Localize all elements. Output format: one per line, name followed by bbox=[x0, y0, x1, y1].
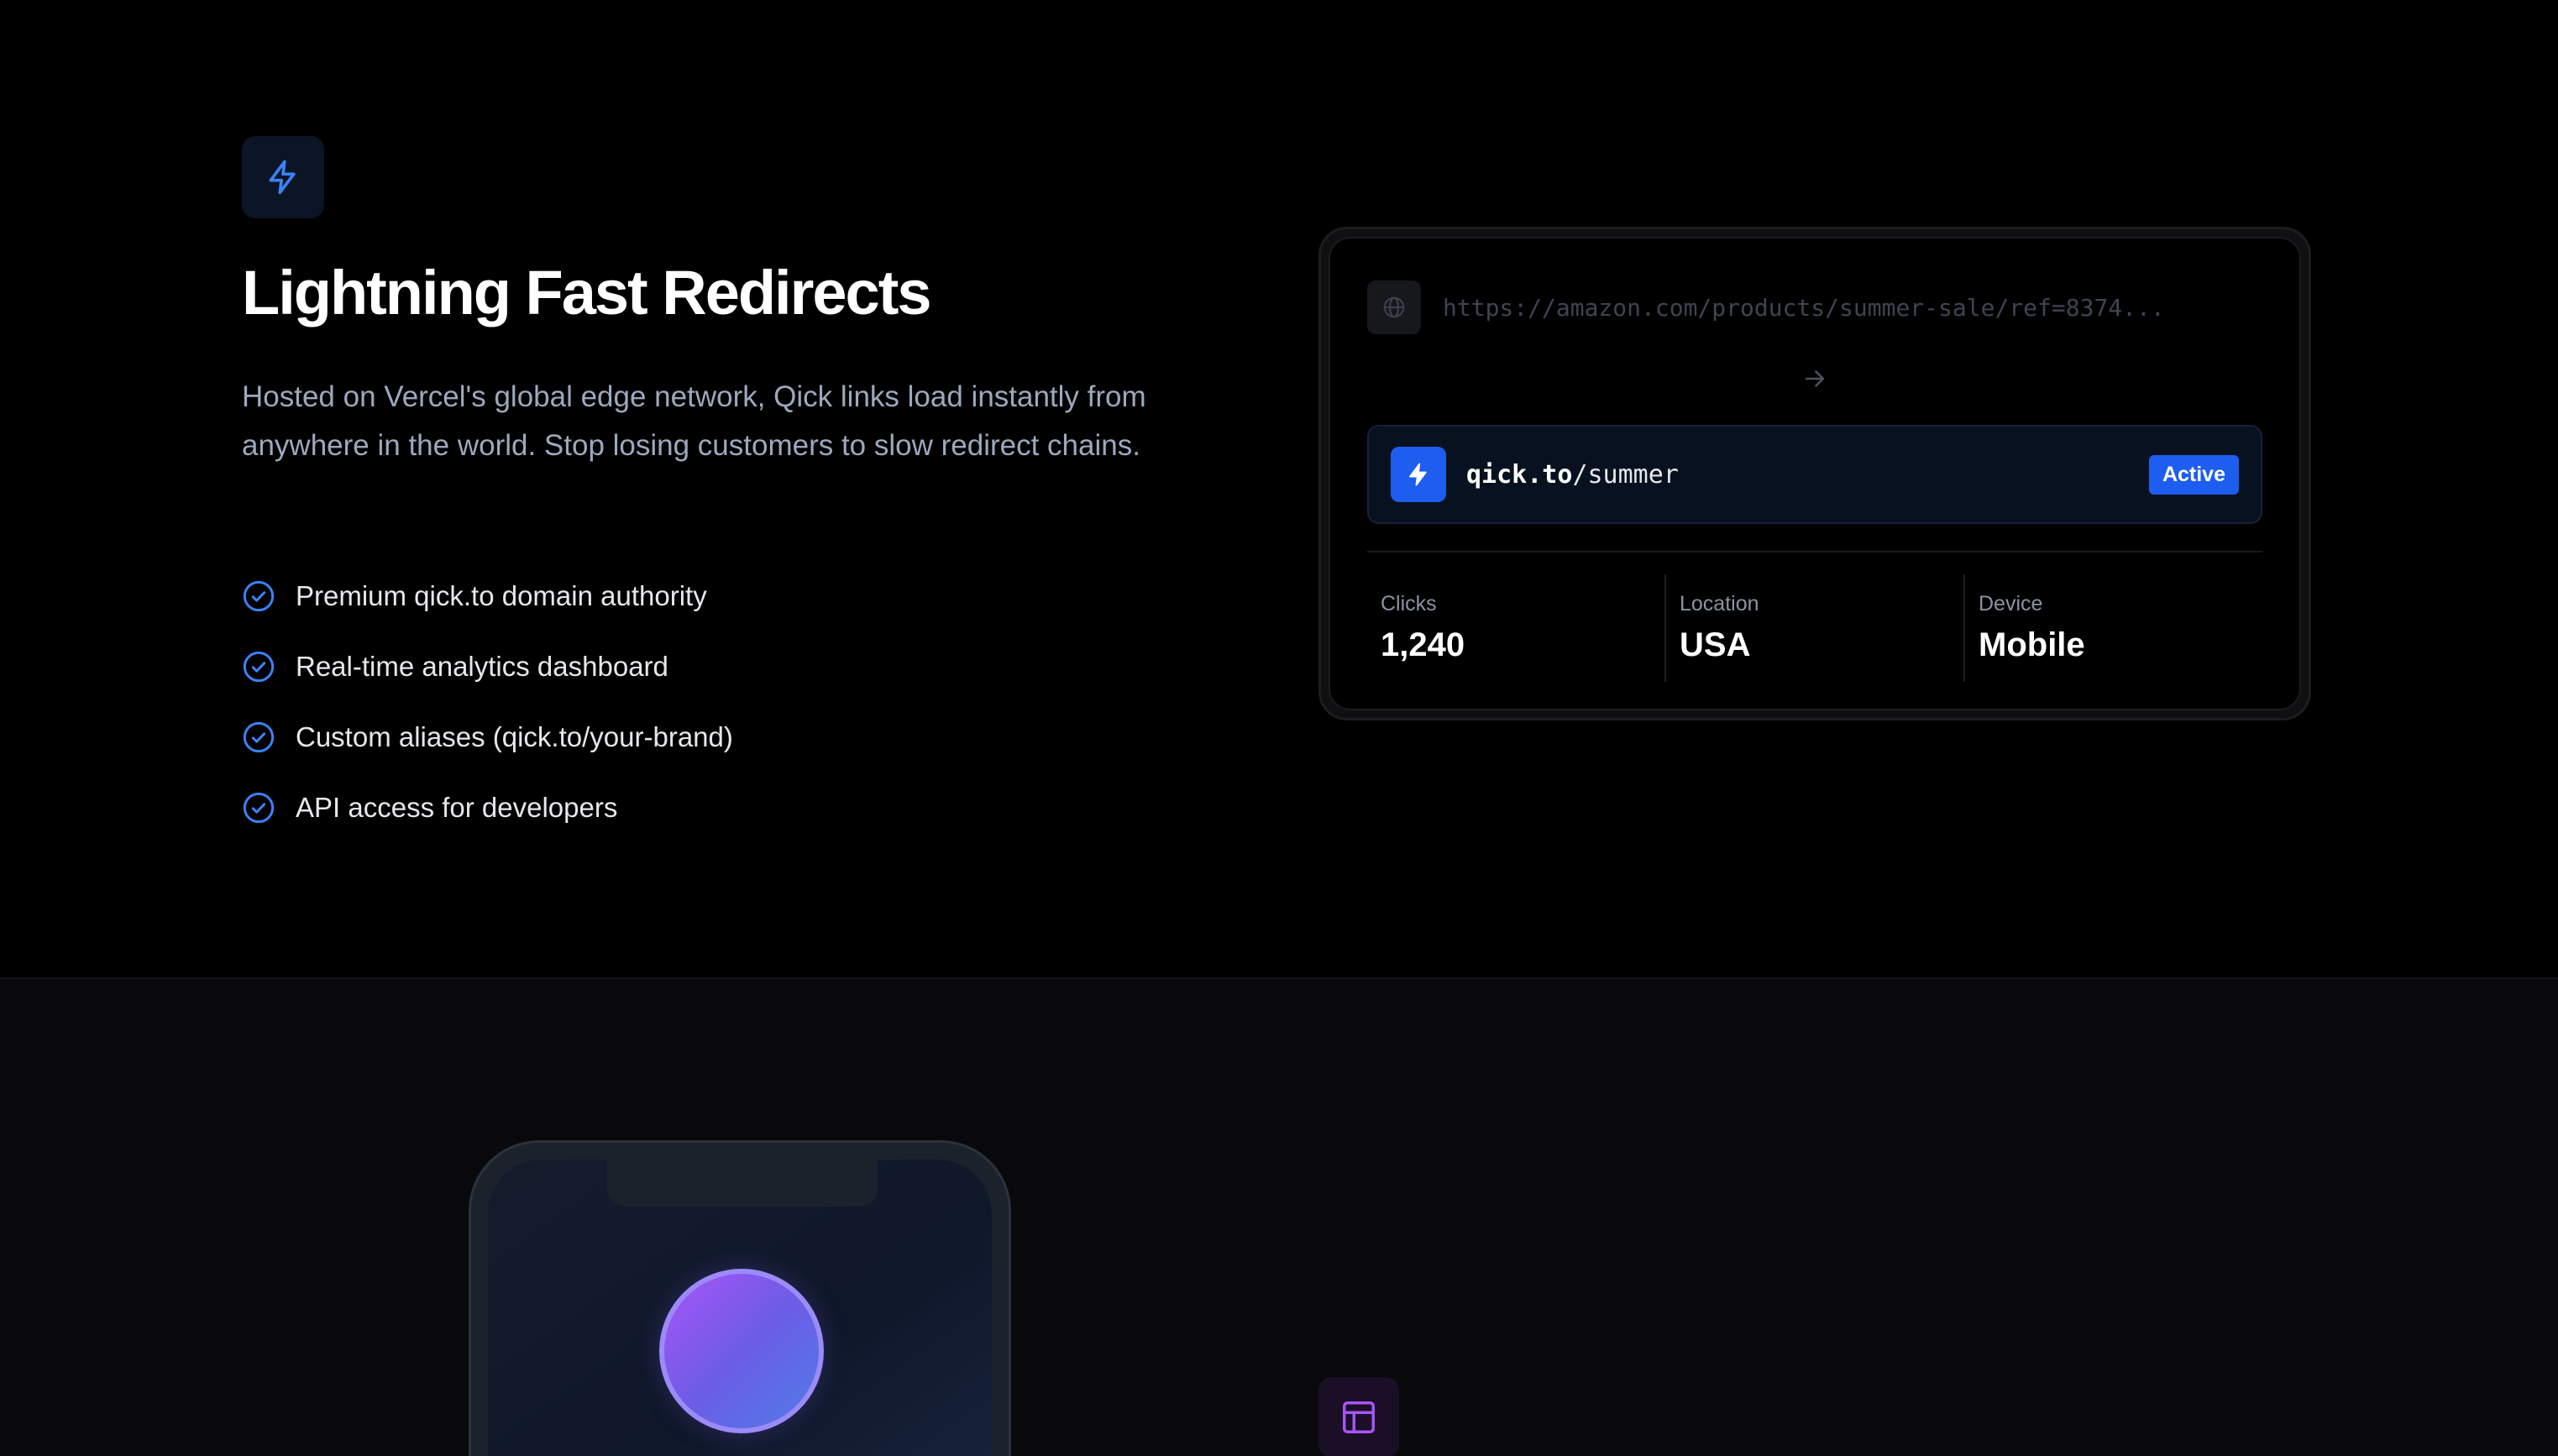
feature-icon-badge bbox=[242, 136, 324, 218]
phone-screen bbox=[488, 1160, 992, 1456]
globe-icon bbox=[1383, 296, 1405, 318]
section-title: Lightning Fast Redirects bbox=[242, 258, 932, 327]
bolt-icon bbox=[269, 160, 296, 195]
feature-section: Lightning Fast Redirects Hosted on Verce… bbox=[0, 0, 2558, 977]
stat-label: Device bbox=[1979, 592, 2043, 615]
arrow-container bbox=[1330, 364, 2299, 397]
globe-icon-box bbox=[1367, 280, 1421, 334]
feature-label: API access for developers bbox=[296, 792, 618, 823]
feature-label: Premium qick.to domain authority bbox=[296, 580, 707, 611]
short-url[interactable]: qick.to/summer bbox=[1466, 460, 1679, 490]
layout-icon bbox=[1343, 1401, 1375, 1433]
section-description: Hosted on Vercel's global edge network, … bbox=[242, 380, 1146, 462]
stat-location: Location USA bbox=[1664, 574, 1963, 682]
link-demo-card: https://amazon.com/products/summer-sale/… bbox=[1318, 227, 2311, 720]
arrow-right-icon bbox=[1805, 370, 1825, 387]
layout-icon-badge bbox=[1318, 1377, 1399, 1456]
check-circle-icon bbox=[243, 580, 275, 612]
stat-value: USA bbox=[1680, 626, 1751, 663]
stat-value: 1,240 bbox=[1381, 626, 1465, 663]
link-demo-inner: https://amazon.com/products/summer-sale/… bbox=[1329, 237, 2301, 710]
short-link-icon-box bbox=[1391, 447, 1446, 502]
bolt-icon bbox=[1409, 463, 1427, 486]
stat-device: Device Mobile bbox=[1963, 574, 2262, 682]
feature-item: Real-time analytics dashboard bbox=[242, 631, 733, 702]
check-circle-icon bbox=[243, 721, 275, 753]
next-section bbox=[0, 977, 2558, 1456]
stat-value: Mobile bbox=[1979, 626, 2085, 663]
long-url-text: https://amazon.com/products/summer-sale/… bbox=[1443, 293, 2165, 322]
avatar bbox=[659, 1269, 824, 1433]
short-link-row[interactable]: qick.to/summer Active bbox=[1367, 425, 2262, 524]
feature-item: API access for developers bbox=[242, 773, 733, 843]
divider bbox=[1367, 551, 2262, 553]
phone-mockup bbox=[469, 1140, 1011, 1456]
feature-item: Custom aliases (qick.to/your-brand) bbox=[242, 702, 733, 773]
feature-item: Premium qick.to domain authority bbox=[242, 561, 733, 631]
check-circle-icon bbox=[243, 792, 275, 824]
stat-label: Clicks bbox=[1381, 592, 1437, 615]
feature-list: Premium qick.to domain authority Real-ti… bbox=[242, 561, 733, 843]
check-circle-icon bbox=[243, 651, 275, 683]
feature-label: Real-time analytics dashboard bbox=[296, 651, 668, 682]
phone-notch bbox=[607, 1160, 878, 1207]
stat-clicks: Clicks 1,240 bbox=[1367, 574, 1664, 682]
stat-label: Location bbox=[1680, 592, 1759, 615]
short-url-path: /summer bbox=[1572, 459, 1679, 490]
stats-row: Clicks 1,240 Location USA Device Mobile bbox=[1367, 574, 2262, 682]
feature-label: Custom aliases (qick.to/your-brand) bbox=[296, 721, 733, 752]
status-badge: Active bbox=[2148, 454, 2239, 495]
short-url-domain: qick.to bbox=[1466, 459, 1573, 490]
long-url-row: https://amazon.com/products/summer-sale/… bbox=[1367, 280, 2262, 334]
